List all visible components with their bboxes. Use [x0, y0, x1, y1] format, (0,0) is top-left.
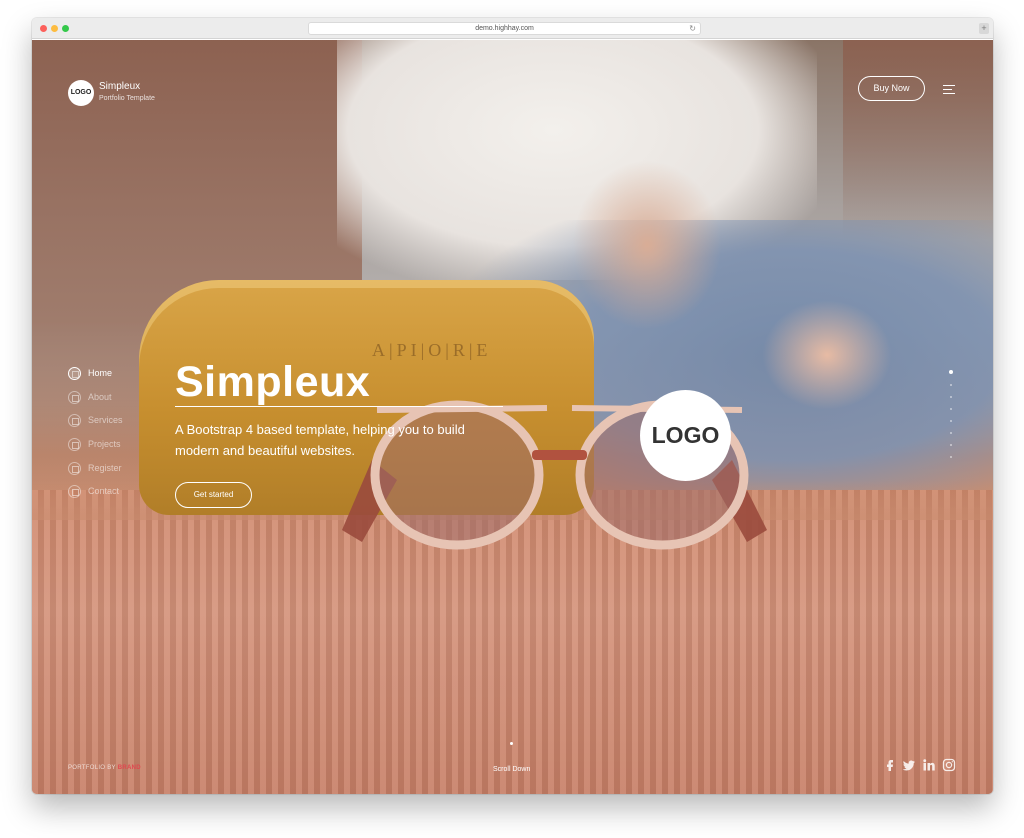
instagram-icon[interactable] — [942, 758, 956, 772]
reload-icon[interactable]: ↻ — [689, 23, 696, 35]
case-printed-text: A|PI|O|R|E — [372, 340, 492, 360]
pager-dot-active[interactable] — [949, 370, 953, 374]
background-person-arm — [572, 160, 722, 330]
minimize-window-button[interactable] — [51, 25, 58, 32]
nav-item-label: About — [88, 392, 112, 402]
hero-subtitle-line: modern and beautiful websites. — [175, 443, 355, 458]
pager-dot[interactable] — [950, 396, 952, 398]
site-logo[interactable]: LOGO — [68, 80, 94, 106]
brand-name[interactable]: Simpleux — [99, 81, 140, 92]
browser-toolbar: demo.highhay.com ↻ + — [32, 18, 993, 39]
buy-now-button[interactable]: Buy Now — [858, 76, 925, 101]
linkedin-icon[interactable] — [922, 758, 936, 772]
services-icon — [68, 414, 81, 427]
nav-item-about[interactable]: About — [68, 391, 188, 407]
brand-tagline: Portfolio Template — [99, 95, 155, 102]
nav-item-home[interactable]: Home — [68, 367, 188, 383]
hero-subtitle-line: A Bootstrap 4 based template, helping yo… — [175, 422, 465, 437]
twitter-icon[interactable] — [902, 758, 916, 772]
pager-dot[interactable] — [950, 420, 952, 422]
nav-item-label: Services — [88, 415, 123, 425]
pager-dot[interactable] — [950, 456, 952, 458]
get-started-button[interactable]: Get started — [175, 482, 252, 508]
nav-item-services[interactable]: Services — [68, 414, 188, 430]
hamburger-menu-icon[interactable] — [943, 85, 955, 94]
nav-item-contact[interactable]: Contact — [68, 485, 188, 501]
footer-credit: PORTFOLIO BY BRAND — [68, 765, 141, 771]
footer-credit-prefix: PORTFOLIO BY — [68, 765, 118, 771]
register-icon — [68, 462, 81, 475]
nav-item-label: Home — [88, 368, 113, 378]
hero-title-underline — [175, 406, 503, 407]
hero-title: Simpleux — [175, 358, 371, 406]
footer-credit-brand[interactable]: BRAND — [118, 765, 141, 771]
address-bar[interactable]: demo.highhay.com ↻ — [308, 22, 701, 35]
background-person-hand — [762, 300, 892, 410]
nav-item-label: Register — [88, 463, 122, 473]
browser-window: demo.highhay.com ↻ + A|PI|O|R|E LOGO Sim… — [32, 18, 993, 794]
pager-dot[interactable] — [950, 432, 952, 434]
maximize-window-button[interactable] — [62, 25, 69, 32]
close-window-button[interactable] — [40, 25, 47, 32]
pager-dot[interactable] — [950, 408, 952, 410]
nav-item-label: Contact — [88, 486, 120, 496]
pager-dot[interactable] — [950, 384, 952, 386]
scroll-down-link[interactable]: Scroll Down — [493, 766, 530, 773]
page-viewport: A|PI|O|R|E LOGO Simpleux Portfolio Templ… — [32, 40, 993, 794]
address-url: demo.highhay.com — [475, 25, 534, 32]
projects-icon — [68, 438, 81, 451]
facebook-icon[interactable] — [883, 758, 897, 772]
background-brick-wall-right — [843, 40, 993, 240]
nav-item-label: Projects — [88, 439, 121, 449]
home-icon — [68, 367, 81, 380]
pager-dot[interactable] — [950, 444, 952, 446]
nav-item-register[interactable]: Register — [68, 462, 188, 478]
about-icon — [68, 391, 81, 404]
scroll-indicator-icon — [510, 742, 513, 745]
hero-logo-badge: LOGO — [640, 390, 731, 481]
hero-subtitle: A Bootstrap 4 based template, helping yo… — [175, 419, 535, 461]
nav-item-projects[interactable]: Projects — [68, 438, 188, 454]
new-tab-button[interactable]: + — [979, 23, 989, 34]
contact-icon — [68, 485, 81, 498]
